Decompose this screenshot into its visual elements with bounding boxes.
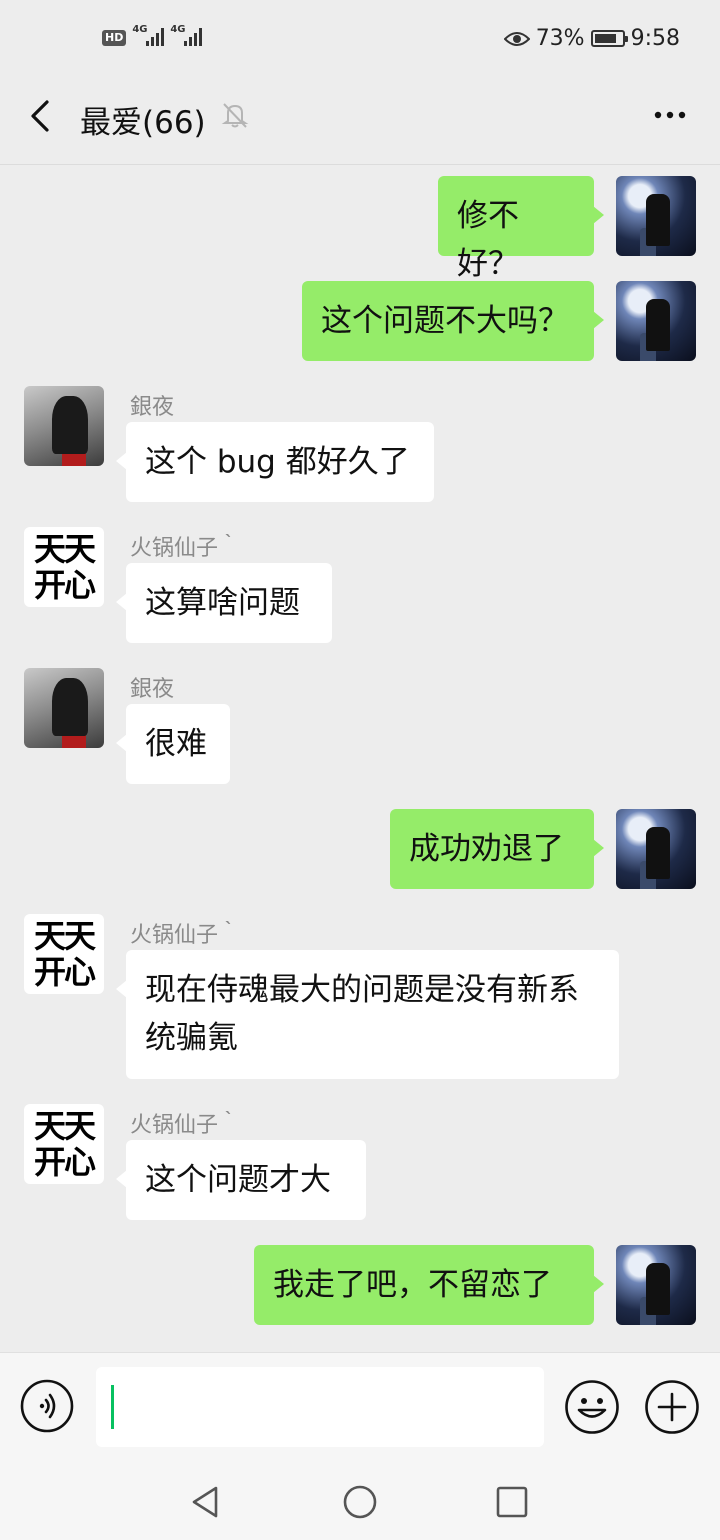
status-right: 73% 9:58 [503,26,680,51]
member-avatar[interactable]: 天天开心 [24,1104,104,1184]
voice-icon[interactable] [20,1379,74,1433]
nav-recent-icon[interactable] [492,1482,532,1522]
input-bar [0,1352,720,1463]
plus-icon[interactable] [644,1379,700,1435]
member-avatar[interactable] [24,386,104,466]
message-input[interactable] [96,1367,544,1447]
chat-title: 最爱(66) [80,105,206,141]
sender-name: 火锅仙子｀ [130,1113,241,1138]
network-indicators: HD 4G 4G [102,24,203,46]
eye-icon [503,31,530,46]
sender-name: 銀夜 [130,395,175,420]
message-bubble[interactable]: 这算啥问题 [116,563,332,643]
signal-icon: 4G [132,24,165,46]
system-nav-bar [0,1462,720,1540]
message-bubble[interactable]: 成功劝退了 [390,809,604,889]
avatar-text: 天天开心 [33,530,96,604]
my-avatar[interactable] [616,281,696,361]
emoji-icon[interactable] [564,1379,620,1435]
message-bubble[interactable]: 这个问题不大吗？ [302,281,604,361]
message-bubble[interactable]: 我走了吧，不留恋了 [254,1245,604,1325]
text-caret [111,1385,114,1429]
my-avatar[interactable] [616,809,696,889]
message-bubble[interactable]: 修不好？ [438,176,604,282]
nav-back-icon[interactable] [186,1482,226,1522]
nav-home-icon[interactable] [340,1482,380,1522]
message-bubble[interactable]: 这个问题才大 [116,1140,366,1220]
member-avatar[interactable] [24,668,104,748]
my-avatar[interactable] [616,176,696,256]
clock: 9:58 [630,26,680,51]
sender-name: 火锅仙子｀ [130,536,241,561]
network-type-label: 4G [132,24,148,35]
sender-name: 火锅仙子｀ [130,923,241,948]
chat-header: 最爱(66) [0,84,720,165]
battery-icon [590,30,628,47]
status-bar: HD 4G 4G 73% 9:58 [0,0,720,84]
message-bubble[interactable]: 很难 [116,704,230,784]
battery-percent: 73% [535,26,585,51]
sender-name: 銀夜 [130,677,175,702]
my-avatar[interactable] [616,1245,696,1325]
avatar-text: 天天开心 [33,1107,96,1181]
member-avatar[interactable]: 天天开心 [24,527,104,607]
member-avatar[interactable]: 天天开心 [24,914,104,994]
mute-bell-icon [221,103,249,128]
message-bubble[interactable]: 现在侍魂最大的问题是没有新系统骗氪 [116,950,619,1079]
message-bubble[interactable]: 这个 bug 都好久了 [116,422,434,502]
more-icon[interactable] [650,100,690,130]
avatar-text: 天天开心 [33,917,96,991]
network-type-label-2: 4G [170,24,186,35]
back-arrow-icon[interactable] [24,98,60,134]
signal-icon-2: 4G [170,24,203,46]
hd-badge: HD [102,30,127,46]
